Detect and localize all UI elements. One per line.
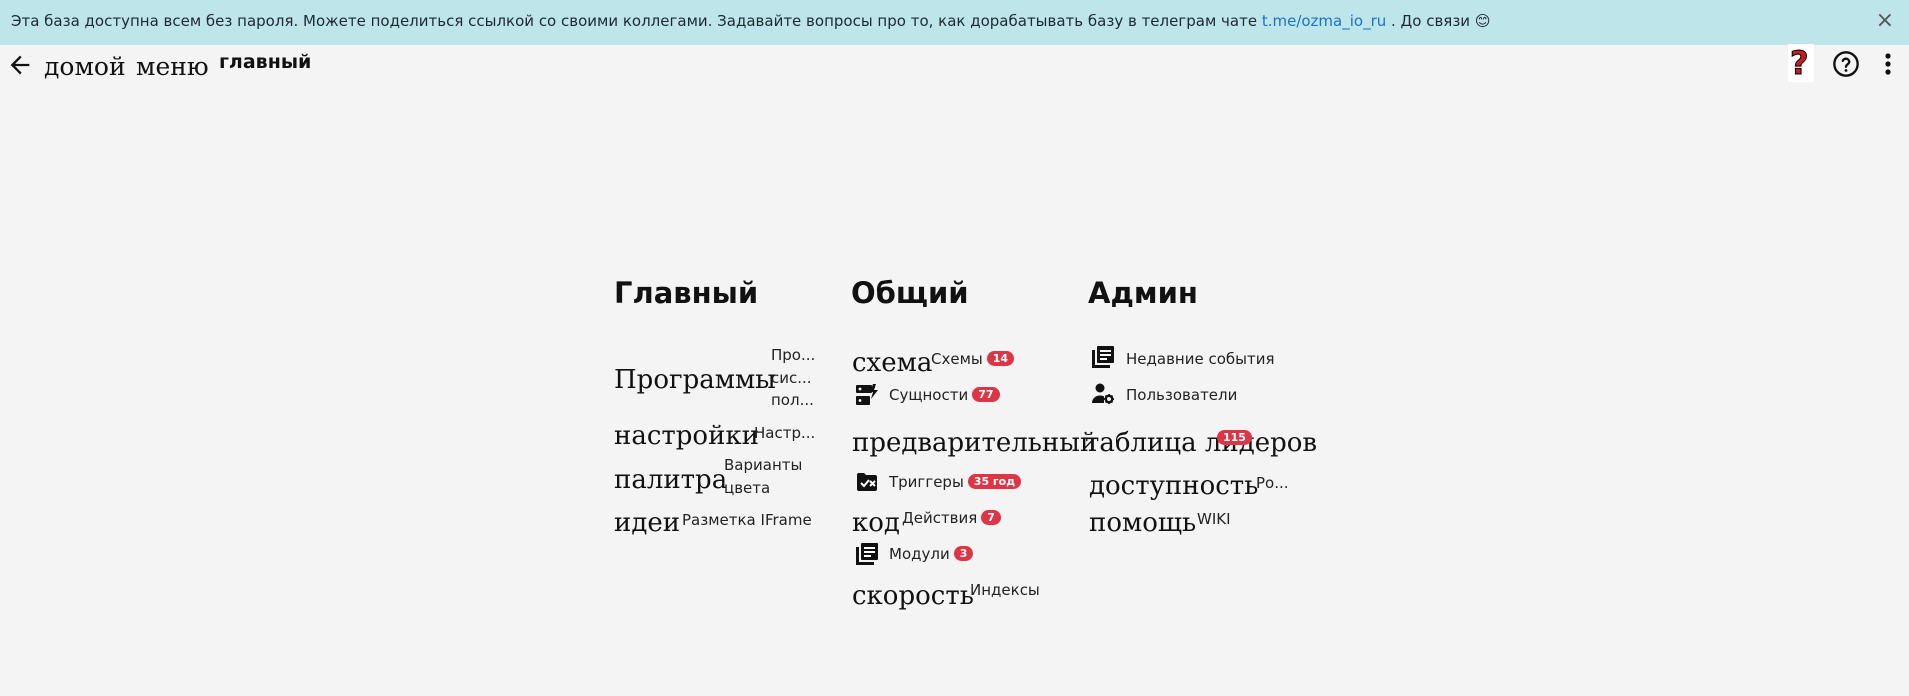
actions-item[interactable]: Действия 7 <box>902 509 1001 527</box>
triggers-label: Триггеры <box>889 473 964 491</box>
settings-link[interactable]: настройки <box>614 421 759 451</box>
page-title: главный <box>219 51 312 73</box>
preliminary-link[interactable]: предварительный <box>852 428 1097 458</box>
ideas-hint: Разметка IFrame <box>682 511 812 529</box>
schema-link[interactable]: схема <box>852 348 932 378</box>
column-title-main: Главный <box>614 276 759 310</box>
help-link[interactable]: помощь <box>1089 508 1196 538</box>
banner-text-after: . До связи 😊 <box>1386 12 1491 30</box>
entities-label: Сущности <box>889 386 969 404</box>
column-title-common: Общий <box>851 276 969 310</box>
users-settings-icon <box>1092 383 1114 404</box>
column-title-admin: Админ <box>1088 276 1198 310</box>
indexes-link[interactable]: Индексы <box>970 581 1040 599</box>
entities-item[interactable]: Сущности 77 <box>889 386 1000 404</box>
entities-count-badge: 77 <box>972 387 1000 402</box>
close-banner-button[interactable]: × <box>1876 8 1894 33</box>
question-mark-icon[interactable]: ? <box>1788 44 1814 83</box>
programs-link[interactable]: Программы <box>614 365 776 395</box>
actions-label: Действия <box>902 509 978 527</box>
triggers-icon <box>857 473 877 491</box>
question-mark-glyph: ? <box>1790 44 1810 83</box>
schemas-label: Схемы <box>931 350 983 368</box>
palette-hint-1: Варианты <box>724 456 803 474</box>
access-link[interactable]: доступность <box>1089 471 1258 501</box>
programs-hint-1: Про... <box>771 346 816 364</box>
modules-item[interactable]: Модули 3 <box>889 545 974 563</box>
settings-hint: Настр... <box>754 424 816 442</box>
banner-text: Эта база доступна всем без пароля. Может… <box>11 12 1490 30</box>
breadcrumb-menu[interactable]: меню <box>136 52 209 81</box>
users-link[interactable]: Пользователи <box>1126 386 1237 404</box>
help-circle-icon[interactable] <box>1832 50 1860 78</box>
leaders-count-badge: 115 <box>1217 430 1252 445</box>
telegram-link[interactable]: t.me/ozma_io_ru <box>1262 12 1386 30</box>
back-arrow-icon[interactable] <box>6 51 34 79</box>
breadcrumb-home[interactable]: домой <box>44 52 126 81</box>
speed-link[interactable]: скорость <box>852 581 974 611</box>
triggers-count-badge: 35 год <box>967 474 1022 489</box>
palette-link[interactable]: палитра <box>614 465 727 495</box>
triggers-item[interactable]: Триггеры 35 год <box>889 473 1022 491</box>
schemas-count-badge: 14 <box>986 351 1015 366</box>
recent-events-link[interactable]: Недавние события <box>1126 350 1275 368</box>
more-menu-icon[interactable] <box>1880 50 1896 78</box>
palette-hint-2: цвета <box>724 479 771 497</box>
programs-hint-3: пол... <box>771 391 814 409</box>
info-banner: Эта база доступна всем без пароля. Может… <box>0 0 1909 45</box>
access-hint: Ро... <box>1256 474 1289 492</box>
modules-icon <box>856 543 878 565</box>
entities-icon <box>856 384 878 405</box>
code-link[interactable]: код <box>852 508 900 538</box>
actions-count-badge: 7 <box>981 510 1001 525</box>
recent-events-icon <box>1092 346 1114 368</box>
help-hint: WIKI <box>1197 510 1231 528</box>
ideas-link[interactable]: идеи <box>614 508 680 538</box>
programs-hint-2: сис... <box>771 369 812 387</box>
banner-text-before: Эта база доступна всем без пароля. Может… <box>11 12 1262 30</box>
modules-label: Модули <box>889 545 950 563</box>
leaders-table-link[interactable]: таблица лидеров <box>1085 428 1317 458</box>
schemas-item[interactable]: Схемы 14 <box>931 350 1015 368</box>
modules-count-badge: 3 <box>953 546 974 561</box>
